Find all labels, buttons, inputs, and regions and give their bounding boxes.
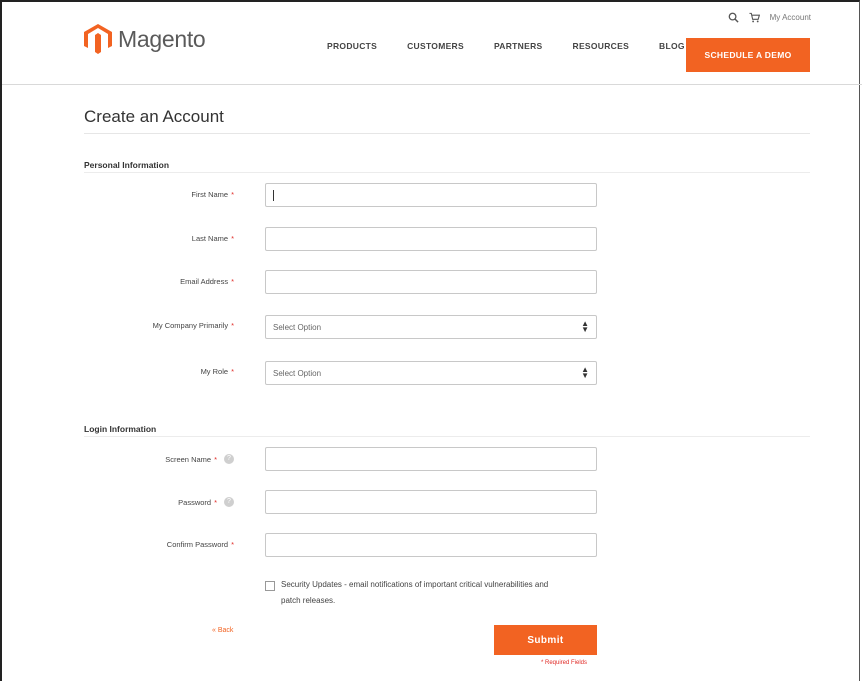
magento-logo[interactable]: Magento [84, 24, 206, 54]
page-title: Create an Account [84, 107, 224, 126]
nav-customers[interactable]: CUSTOMERS [392, 41, 479, 51]
help-icon[interactable]: ? [224, 497, 234, 507]
company-select[interactable]: Select Option ▲ ▼ [265, 315, 597, 339]
screen-name-label: Screen Name *? [165, 454, 234, 464]
email-label: Email Address * [180, 277, 234, 286]
cart-icon[interactable] [749, 12, 760, 23]
role-select-value: Select Option [273, 368, 322, 378]
role-label: My Role * [200, 367, 234, 376]
main-nav: PRODUCTS CUSTOMERS PARTNERS RESOURCES BL… [312, 41, 700, 51]
select-arrows-icon: ▲ ▼ [581, 319, 589, 334]
last-name-input[interactable] [265, 227, 597, 251]
utility-bar: My Account [728, 12, 811, 23]
my-account-link[interactable]: My Account [770, 13, 811, 22]
search-icon[interactable] [728, 12, 739, 23]
company-label: My Company Primarily * [152, 321, 234, 330]
required-fields-note: * Required Fields [541, 660, 588, 666]
schedule-demo-button[interactable]: SCHEDULE A DEMO [686, 38, 810, 72]
personal-info-heading: Personal Information [84, 160, 170, 170]
nav-partners[interactable]: PARTNERS [479, 41, 558, 51]
help-icon[interactable]: ? [224, 454, 234, 464]
security-updates-checkbox[interactable] [265, 581, 275, 591]
back-link[interactable]: « Back [212, 627, 233, 634]
personal-info-divider [84, 172, 810, 173]
company-select-value: Select Option [273, 322, 322, 332]
nav-resources[interactable]: RESOURCES [558, 41, 645, 51]
security-updates-option[interactable]: Security Updates - email notifications o… [265, 577, 565, 609]
header-divider [2, 84, 862, 85]
magento-logo-icon [84, 24, 112, 54]
nav-products[interactable]: PRODUCTS [312, 41, 392, 51]
text-cursor [273, 189, 274, 201]
password-input[interactable] [265, 490, 597, 514]
email-input[interactable] [265, 270, 597, 294]
login-info-heading: Login Information [84, 424, 157, 434]
security-updates-label: Security Updates - email notifications o… [281, 580, 549, 605]
role-select[interactable]: Select Option ▲ ▼ [265, 361, 597, 385]
login-info-divider [84, 436, 810, 437]
first-name-label: First Name * [191, 190, 234, 199]
select-arrows-icon: ▲ ▼ [581, 365, 589, 380]
password-label: Password *? [178, 497, 234, 507]
confirm-password-label: Confirm Password * [166, 540, 234, 549]
screen-name-input[interactable] [265, 447, 597, 471]
title-divider [84, 133, 810, 134]
first-name-input[interactable] [265, 183, 597, 207]
logo-text: Magento [118, 25, 206, 52]
confirm-password-input[interactable] [265, 533, 597, 557]
submit-button[interactable]: Submit [494, 625, 597, 655]
last-name-label: Last Name * [191, 234, 234, 243]
